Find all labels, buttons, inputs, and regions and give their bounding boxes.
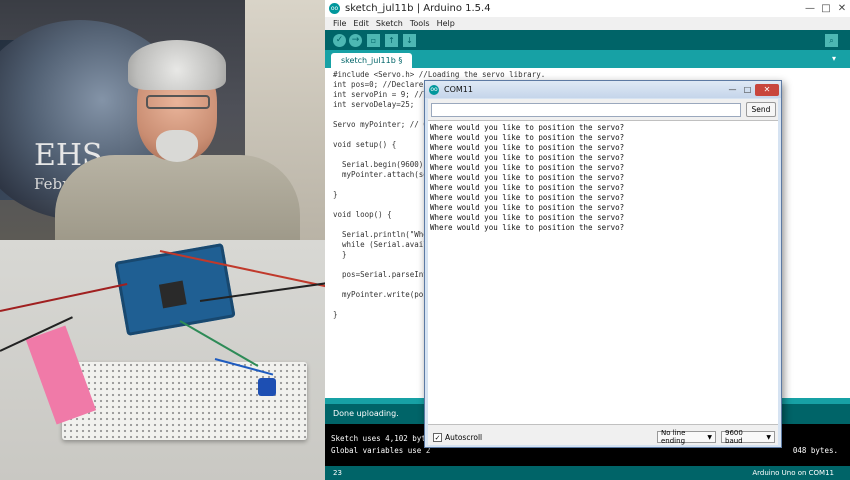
serial-output-line: Where would you like to position the ser… (430, 183, 625, 192)
tab-bar: sketch_jul11b § ▾ (325, 50, 850, 68)
serial-output-line: Where would you like to position the ser… (430, 203, 625, 212)
maximize-icon[interactable]: □ (818, 3, 834, 14)
serial-output-line: Where would you like to position the ser… (430, 153, 625, 162)
open-sketch-button[interactable]: ↑ (385, 33, 398, 47)
minimize-icon[interactable]: — (802, 3, 818, 14)
microcontroller-chip (158, 280, 187, 309)
serial-monitor-button[interactable]: ⌕ (825, 33, 838, 47)
line-number: 23 (333, 469, 342, 477)
wire-red-2 (0, 282, 128, 312)
close-icon[interactable]: ✕ (834, 3, 850, 14)
potentiometer (258, 378, 276, 396)
webcam-circuit-view (0, 240, 325, 480)
menu-tools[interactable]: Tools (410, 19, 430, 28)
serial-output-line: Where would you like to position the ser… (430, 163, 625, 172)
menu-sketch[interactable]: Sketch (376, 19, 403, 28)
serial-monitor-title: COM11 (444, 85, 473, 94)
chevron-down-icon: ▼ (766, 433, 771, 441)
serial-output-line: Where would you like to position the ser… (430, 213, 625, 222)
save-sketch-button[interactable]: ↓ (403, 33, 416, 47)
serial-output-line: Where would you like to position the ser… (430, 143, 625, 152)
maximize-icon[interactable]: □ (740, 84, 755, 96)
send-button[interactable]: Send (746, 102, 776, 117)
arduino-logo-icon: oo (429, 84, 439, 95)
serial-window-controls: — □ ✕ (725, 83, 779, 96)
autoscroll-checkbox[interactable]: ✓ (433, 432, 442, 442)
serial-output-line: Where would you like to position the ser… (430, 123, 625, 132)
webcam-presenter-view: EHS Febr (0, 0, 325, 240)
baud-rate-select[interactable]: 9600 baud ▼ (721, 429, 775, 445)
tab-sketch[interactable]: sketch_jul11b § (331, 53, 413, 68)
ide-footer: 23 Arduino Uno on COM11 (325, 466, 850, 480)
minimize-icon[interactable]: — (725, 84, 740, 96)
verify-button[interactable]: ✓ (333, 33, 346, 47)
serial-monitor-titlebar: oo COM11 — □ ✕ (425, 81, 781, 98)
chevron-down-icon: ▼ (707, 433, 712, 441)
presenter-glasses (146, 95, 210, 109)
serial-monitor-options: ✓ Autoscroll No line ending ▼ 9600 baud ▼ (428, 429, 778, 445)
serial-output-line: Where would you like to position the ser… (430, 223, 625, 232)
code-line: #include <Servo.h> //Loading the servo l… (333, 70, 546, 79)
serial-monitor-body: Send Where would you like to position th… (428, 99, 778, 445)
serial-monitor-window: oo COM11 — □ ✕ Send Where would you like… (424, 80, 782, 448)
serial-output-line: Where would you like to position the ser… (430, 173, 625, 182)
serial-output-line: Where would you like to position the ser… (430, 133, 625, 142)
menu-file[interactable]: File (333, 19, 346, 28)
upload-button[interactable]: → (349, 33, 362, 47)
ide-titlebar: oo sketch_jul11b | Arduino 1.5.4 — □ ✕ (325, 0, 850, 17)
menu-bar: File Edit Sketch Tools Help (325, 17, 850, 30)
arduino-board (114, 243, 236, 336)
ide-toolbar: ✓ → ▫ ↑ ↓ ⌕ (325, 30, 850, 50)
close-icon[interactable]: ✕ (755, 83, 779, 96)
serial-input-field[interactable] (431, 103, 741, 117)
autoscroll-label: Autoscroll (445, 432, 483, 442)
presenter-hair (128, 40, 226, 90)
serial-output-area[interactable]: Where would you like to position the ser… (428, 120, 778, 425)
presenter-shirt (55, 155, 300, 240)
presenter-beard (156, 130, 198, 162)
window-title: sketch_jul11b | Arduino 1.5.4 (345, 3, 491, 14)
board-port-label: Arduino Uno on COM11 (752, 469, 834, 477)
tab-menu-chevron-down-icon[interactable]: ▾ (832, 54, 836, 63)
menu-edit[interactable]: Edit (353, 19, 369, 28)
arduino-logo-icon: oo (329, 3, 340, 14)
status-message: Done uploading. (333, 409, 399, 418)
menu-help[interactable]: Help (437, 19, 455, 28)
line-ending-select[interactable]: No line ending ▼ (657, 429, 716, 445)
window-controls: — □ ✕ (802, 3, 850, 14)
serial-output-line: Where would you like to position the ser… (430, 193, 625, 202)
new-sketch-button[interactable]: ▫ (367, 33, 380, 47)
